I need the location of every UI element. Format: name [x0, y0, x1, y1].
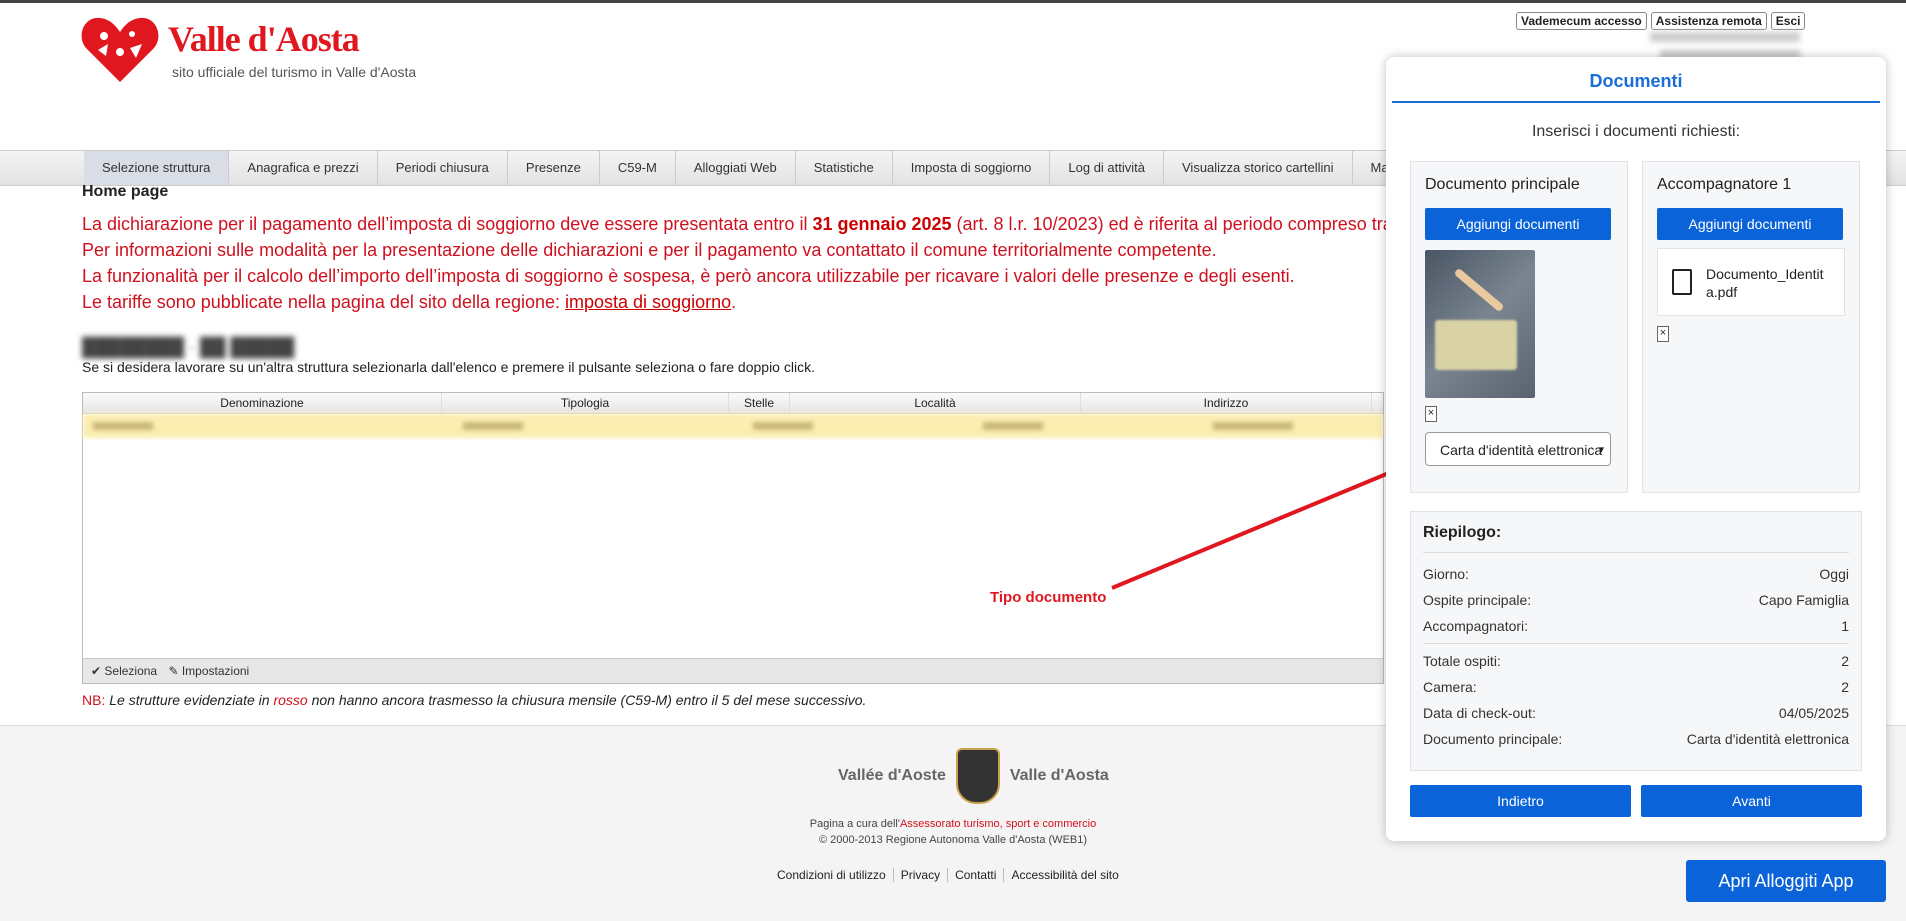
col-denominazione[interactable]: Denominazione: [83, 393, 442, 413]
main-content: Home page La dichiarazione per il pagame…: [82, 183, 1421, 375]
table-row[interactable]: [83, 414, 1383, 438]
summary-row: Accompagnatori: 1: [1423, 618, 1849, 634]
wizard-nav: Indietro Avanti: [1410, 785, 1862, 817]
grid-toolbar: ✔ Seleziona ✎ Impostazioni: [83, 658, 1383, 683]
open-alloggiti-app-button[interactable]: Apri Alloggiti App: [1686, 860, 1886, 902]
col-localita[interactable]: Località: [790, 393, 1081, 413]
tab-periodi-chiusura[interactable]: Periodi chiusura: [378, 151, 508, 185]
accessibilita-link[interactable]: Accessibilità del sito: [1004, 868, 1125, 882]
tab-anagrafica[interactable]: Anagrafica e prezzi: [229, 151, 378, 185]
page-title: Home page: [82, 183, 169, 200]
tab-c59m[interactable]: C59-M: [600, 151, 676, 185]
document-type-select[interactable]: Carta d'identità elettronica ▾: [1425, 432, 1611, 466]
top-border: [0, 0, 1906, 3]
summary-row: Totale ospiti: 2: [1423, 653, 1849, 669]
assistenza-remota-link[interactable]: Assistenza remota: [1650, 12, 1767, 30]
tab-statistiche[interactable]: Statistiche: [796, 151, 893, 185]
user-info-blurred: [1650, 32, 1800, 42]
col-stelle[interactable]: Stelle: [729, 393, 790, 413]
documents-panel: Documenti Inserisci i documenti richiest…: [1386, 57, 1886, 841]
logo-vallee-daoste: Vallée d'Aoste: [838, 767, 946, 784]
main-document-heading: Documento principale: [1425, 176, 1580, 193]
remove-main-document-button[interactable]: ×: [1425, 406, 1437, 422]
impostazioni-button[interactable]: ✎ Impostazioni: [168, 664, 249, 678]
summary-row: Documento principale: Carta d'identità el…: [1423, 731, 1849, 747]
id-card-photo[interactable]: [1425, 250, 1535, 398]
tab-selezione-struttura[interactable]: Selezione struttura: [84, 151, 230, 185]
seleziona-button[interactable]: ✔ Seleziona: [91, 664, 157, 678]
selection-hint: Se si desidera lavorare su un'altra stru…: [82, 359, 815, 375]
back-button[interactable]: Indietro: [1410, 785, 1631, 817]
file-icon: [1672, 269, 1692, 295]
summary-row: Ospite principale: Capo Famiglia: [1423, 592, 1849, 608]
notice-line-3: La funzionalità per il calcolo dell’impo…: [82, 266, 1295, 286]
brand-tagline: sito ufficiale del turismo in Valle d'Ao…: [172, 64, 417, 80]
tab-storico-cartellini[interactable]: Visualizza storico cartellini: [1164, 151, 1353, 185]
notice-line-2: Per informazioni sulle modalità per la p…: [82, 240, 1217, 260]
annotation-label: Tipo documento: [990, 589, 1107, 606]
summary-box: Riepilogo: Giorno: Oggi Ospite principale…: [1410, 511, 1862, 771]
summary-title: Riepilogo:: [1423, 524, 1849, 553]
structures-grid: Denominazione Tipologia Stelle Località …: [82, 392, 1384, 684]
col-indirizzo[interactable]: Indirizzo: [1081, 393, 1372, 413]
tab-alloggiati-web[interactable]: Alloggiati Web: [676, 151, 796, 185]
tab-imposta-soggiorno[interactable]: Imposta di soggiorno: [893, 151, 1051, 185]
summary-divider: [1423, 643, 1849, 644]
nb-note: NB: Le strutture evidenziate in rosso no…: [82, 692, 867, 708]
privacy-link[interactable]: Privacy: [894, 868, 949, 882]
heart-logo-icon[interactable]: [80, 14, 160, 84]
panel-subtitle: Inserisci i documenti richiesti:: [1531, 123, 1741, 140]
region-logos: Vallée d'Aoste Valle d'Aosta: [838, 748, 1109, 804]
chevron-down-icon: ▾: [1598, 444, 1604, 456]
companion-card: Accompagnatore 1 Aggiungi documenti Docu…: [1642, 161, 1860, 493]
contatti-link[interactable]: Contatti: [948, 868, 1005, 882]
notice-line-1: La dichiarazione per il pagamento dell’i…: [82, 214, 1421, 234]
companion-heading: Accompagnatore 1: [1657, 176, 1792, 193]
add-main-document-button[interactable]: Aggiungi documenti: [1425, 208, 1611, 240]
logo-valle-daosta: Valle d'Aosta: [1009, 767, 1109, 784]
summary-row: Camera: 2: [1423, 679, 1849, 695]
tab-log-attivita[interactable]: Log di attività: [1050, 151, 1164, 185]
panel-title: Documenti: [1392, 57, 1880, 103]
brand-name[interactable]: Valle d'Aosta: [168, 18, 360, 60]
remove-companion-document-button[interactable]: ×: [1657, 326, 1669, 342]
summary-row: Giorno: Oggi: [1423, 566, 1849, 582]
top-links: Vademecum accesso Assistenza remota Esci: [1516, 12, 1806, 30]
crest-icon: [955, 748, 1000, 804]
col-tipologia[interactable]: Tipologia: [442, 393, 729, 413]
condizioni-link[interactable]: Condizioni di utilizzo: [770, 868, 894, 882]
tax-notice: La dichiarazione per il pagamento dell’i…: [82, 211, 1421, 315]
main-document-card: Documento principale Aggiungi documenti …: [1410, 161, 1628, 493]
notice-line-4: Le tariffe sono pubblicate nella pagina …: [82, 292, 737, 312]
next-button[interactable]: Avanti: [1641, 785, 1862, 817]
grid-header: Denominazione Tipologia Stelle Località …: [83, 393, 1383, 414]
structure-name-blurred: ████████ · ██ █████: [82, 337, 295, 357]
vademecum-link[interactable]: Vademecum accesso: [1516, 12, 1647, 30]
footer-links: Condizioni di utilizzo Privacy Contatti …: [770, 868, 1126, 882]
summary-row: Data di check-out: 04/05/2025: [1423, 705, 1849, 721]
tab-presenze[interactable]: Presenze: [508, 151, 600, 185]
add-companion-document-button[interactable]: Aggiungi documenti: [1657, 208, 1843, 240]
esci-link[interactable]: Esci: [1770, 12, 1806, 30]
companion-file-name: Documento_Identita.pdf: [1706, 266, 1824, 300]
imposta-soggiorno-link[interactable]: imposta di soggiorno: [565, 292, 731, 312]
companion-file[interactable]: Documento_Identita.pdf: [1657, 248, 1845, 316]
assessorato-link[interactable]: Assessorato turismo, sport e commercio: [900, 818, 1096, 830]
